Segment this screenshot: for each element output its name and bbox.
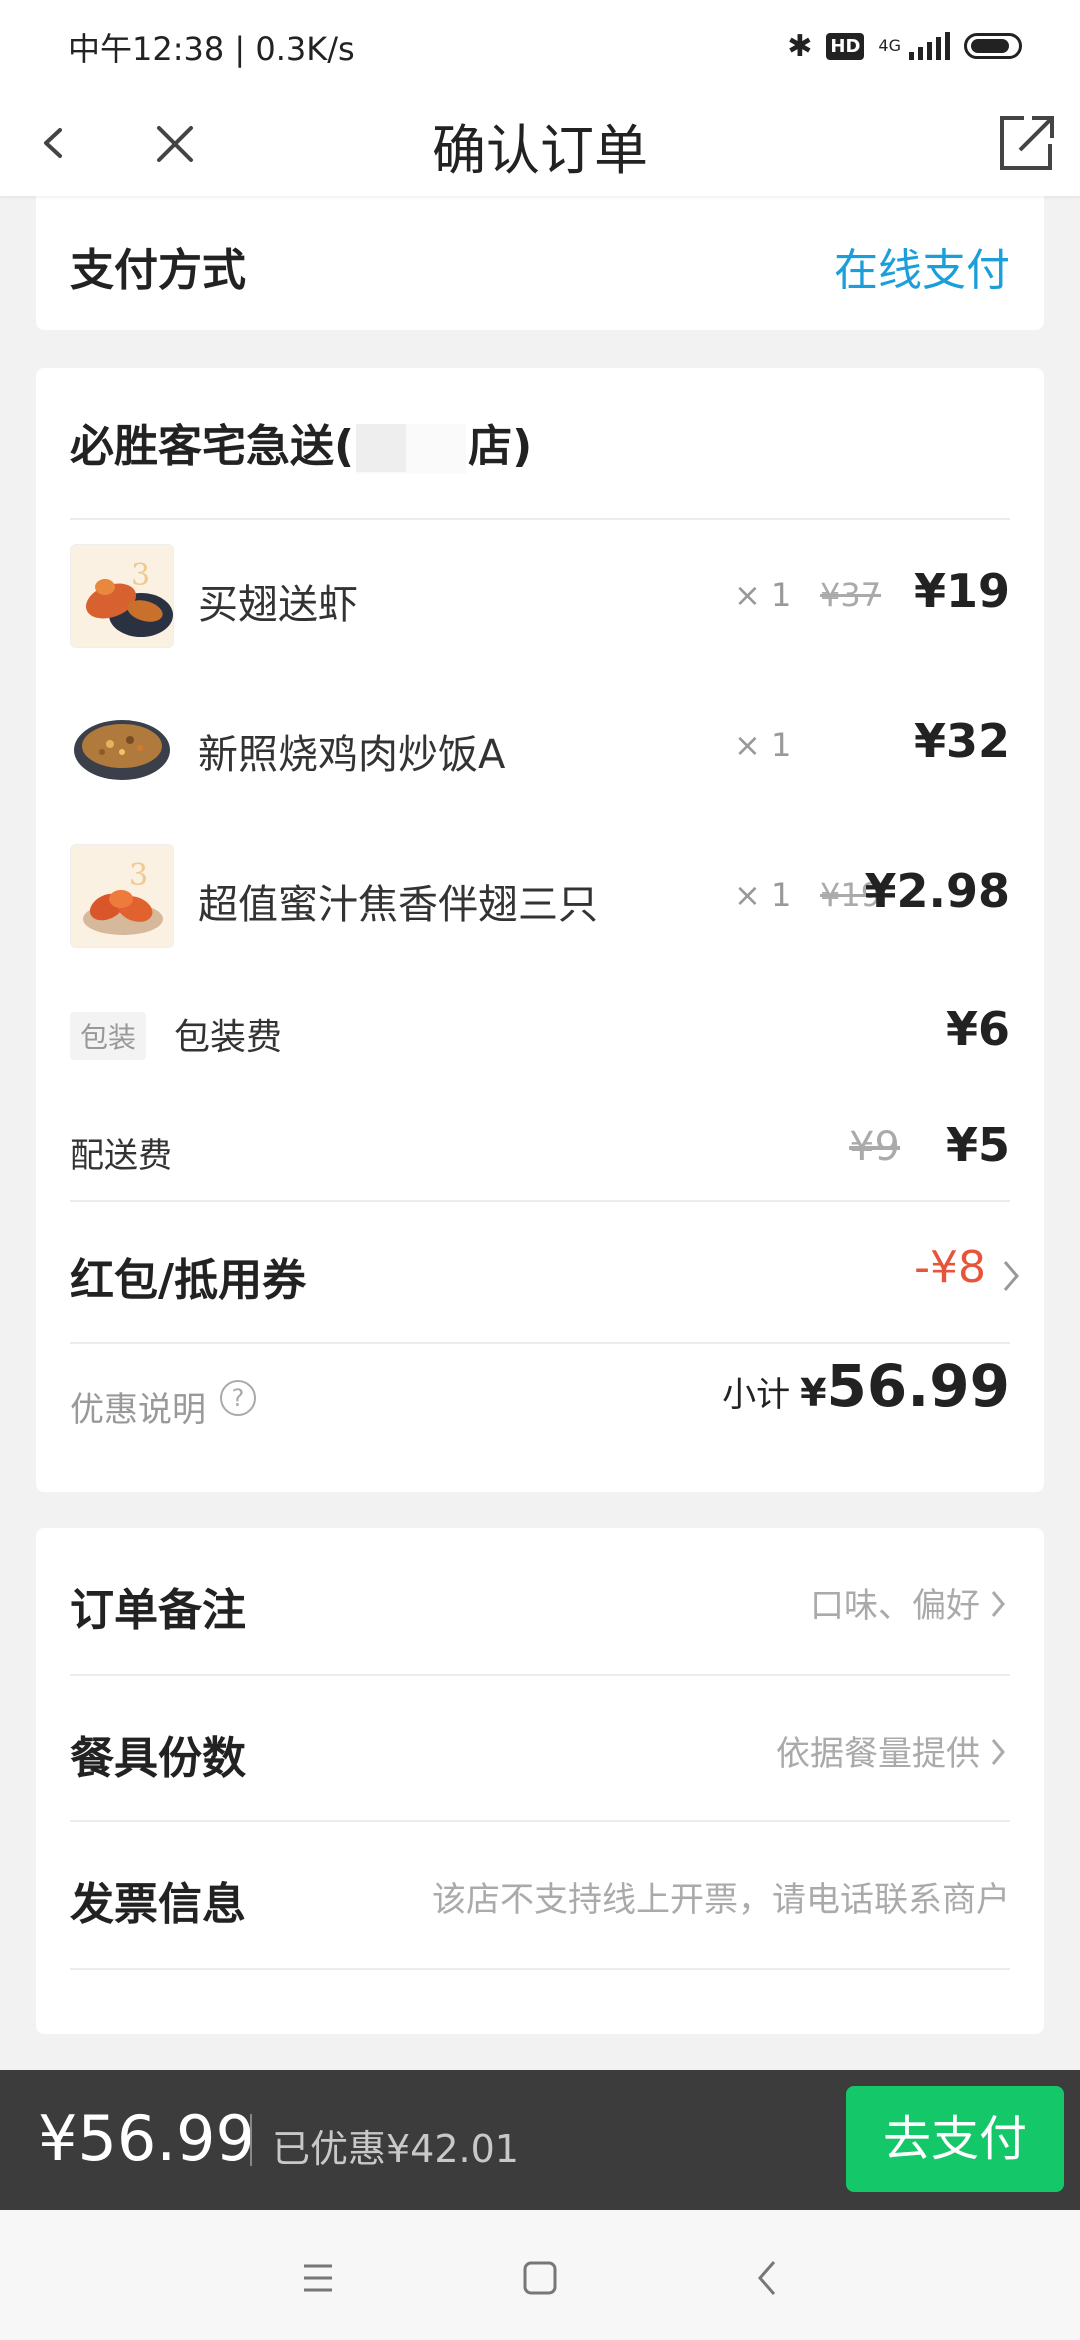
nav-bar: 确认订单 <box>0 90 1080 196</box>
order-remark-hint: 口味、偏好 <box>810 1586 980 1626</box>
redacted-block <box>356 424 467 474</box>
invoice-row: 发票信息 该店不支持线上开票，请电话联系商户 <box>70 1822 1010 1968</box>
packaging-fee-row: 包装 包装费 ¥6 <box>70 998 1010 1068</box>
bluetooth-icon: ✱ <box>787 28 813 64</box>
utensils-row[interactable]: 餐具份数 依据餐量提供 <box>70 1676 1010 1822</box>
store-name-prefix: 必胜客宅急送( <box>70 421 355 472</box>
packaging-label: 包装费 <box>174 1017 283 1058</box>
item-name: 新照烧鸡肉炒饭A <box>198 732 506 778</box>
subtotal-label: 小计 <box>722 1375 791 1415</box>
close-icon <box>157 126 193 162</box>
close-button[interactable] <box>145 108 205 178</box>
payment-method-card: 支付方式 在线支付 <box>36 196 1044 330</box>
subtotal-currency: ¥ <box>800 1371 827 1415</box>
svg-text:3: 3 <box>129 858 148 893</box>
item-name: 买翅送虾 <box>198 582 358 628</box>
subtotal-value: 56.99 <box>826 1352 1010 1420</box>
system-nav-bar <box>0 2210 1080 2340</box>
divider <box>250 2114 252 2166</box>
share-button[interactable] <box>988 104 1060 180</box>
item-price: ¥19 <box>913 564 1010 618</box>
packaging-price: ¥6 <box>945 1002 1010 1056</box>
item-quantity: × 1 <box>734 726 792 764</box>
divider <box>70 518 1010 520</box>
svg-text:3: 3 <box>131 558 150 593</box>
item-quantity: × 1 <box>734 576 792 614</box>
item-thumbnail <box>70 694 174 798</box>
order-item: 3 超值蜜汁焦香伴翅三只 × 1 ¥19 ¥2.98 <box>70 844 1010 948</box>
total-amount: ¥56.99 <box>38 2102 255 2175</box>
network-type: 4G <box>878 36 901 55</box>
signal-icon <box>909 32 950 60</box>
item-price: ¥32 <box>913 714 1010 768</box>
pay-button[interactable]: 去支付 <box>846 2086 1064 2192</box>
item-name: 超值蜜汁焦香伴翅三只 <box>198 882 598 928</box>
invoice-label: 发票信息 <box>70 1879 246 1930</box>
order-item: 3 买翅送虾 × 1 ¥37 ¥19 <box>70 544 1010 648</box>
delivery-price: ¥5 <box>945 1118 1010 1172</box>
invoice-hint: 该店不支持线上开票，请电话联系商户 <box>432 1880 1010 1920</box>
checkout-bar: ¥56.99 已优惠¥42.01 去支付 <box>0 2070 1080 2210</box>
delivery-label: 配送费 <box>70 1136 172 1176</box>
delivery-original-price: ¥9 <box>849 1124 900 1170</box>
divider <box>70 1342 1010 1344</box>
chevron-right-icon <box>991 1591 1005 1617</box>
item-quantity: × 1 <box>734 876 792 914</box>
divider <box>70 1968 1010 1970</box>
order-item: 新照烧鸡肉炒饭A × 1 ¥32 <box>70 694 1010 798</box>
item-price: ¥2.98 <box>864 864 1010 918</box>
delivery-fee-row: 配送费 ¥9 ¥5 <box>70 1114 1010 1184</box>
order-summary-card: 必胜客宅急送( 店) 3 买翅送虾 × 1 ¥37 ¥19 新照烧鸡肉炒饭A ×… <box>36 368 1044 1492</box>
fried-rice-image <box>70 694 174 798</box>
battery-icon <box>964 33 1022 59</box>
coupon-label: 红包/抵用券 <box>70 1255 307 1306</box>
chevron-left-icon <box>44 128 62 158</box>
external-link-icon <box>1000 116 1054 170</box>
order-remark-label: 订单备注 <box>70 1585 246 1636</box>
payment-method-label: 支付方式 <box>70 245 246 296</box>
payment-method-value[interactable]: 在线支付 <box>834 234 1010 298</box>
chevron-right-icon <box>991 1739 1005 1765</box>
packaging-tag: 包装 <box>70 1012 147 1060</box>
help-icon[interactable]: ? <box>220 1380 256 1416</box>
home-icon[interactable] <box>512 2250 568 2306</box>
item-thumbnail: 3 <box>70 544 174 648</box>
utensils-label: 餐具份数 <box>70 1733 246 1784</box>
chicken-wings-image: 3 <box>71 545 173 647</box>
chevron-right-icon <box>1003 1261 1019 1291</box>
divider <box>70 1200 1010 1202</box>
menu-icon[interactable] <box>290 2250 346 2306</box>
store-name-suffix: 店) <box>468 421 533 472</box>
status-bar: 中午12:38 | 0.3K/s ✱ HD 4G <box>0 0 1080 90</box>
order-extras-card: 订单备注 口味、偏好 餐具份数 依据餐量提供 发票信息 该店不支持线上开票，请电… <box>36 1528 1044 2034</box>
utensils-hint: 依据餐量提供 <box>776 1734 980 1774</box>
item-original-price: ¥37 <box>820 576 882 614</box>
status-time: 中午12:38 | 0.3K/s <box>68 30 355 68</box>
store-name: 必胜客宅急送( 店) <box>70 410 532 474</box>
honey-wings-image: 3 <box>71 845 173 947</box>
subtotal: 小计 ¥56.99 <box>722 1352 1010 1420</box>
back-icon[interactable] <box>740 2250 796 2306</box>
coupon-value: -¥8 <box>914 1242 986 1293</box>
hd-icon: HD <box>826 32 865 60</box>
promo-info-label: 优惠说明 <box>70 1390 206 1430</box>
saved-amount: 已优惠¥42.01 <box>272 2127 519 2171</box>
back-button[interactable] <box>26 108 86 178</box>
item-thumbnail: 3 <box>70 844 174 948</box>
order-remark-row[interactable]: 订单备注 口味、偏好 <box>70 1528 1010 1674</box>
status-icons: ✱ HD 4G <box>787 26 1022 66</box>
